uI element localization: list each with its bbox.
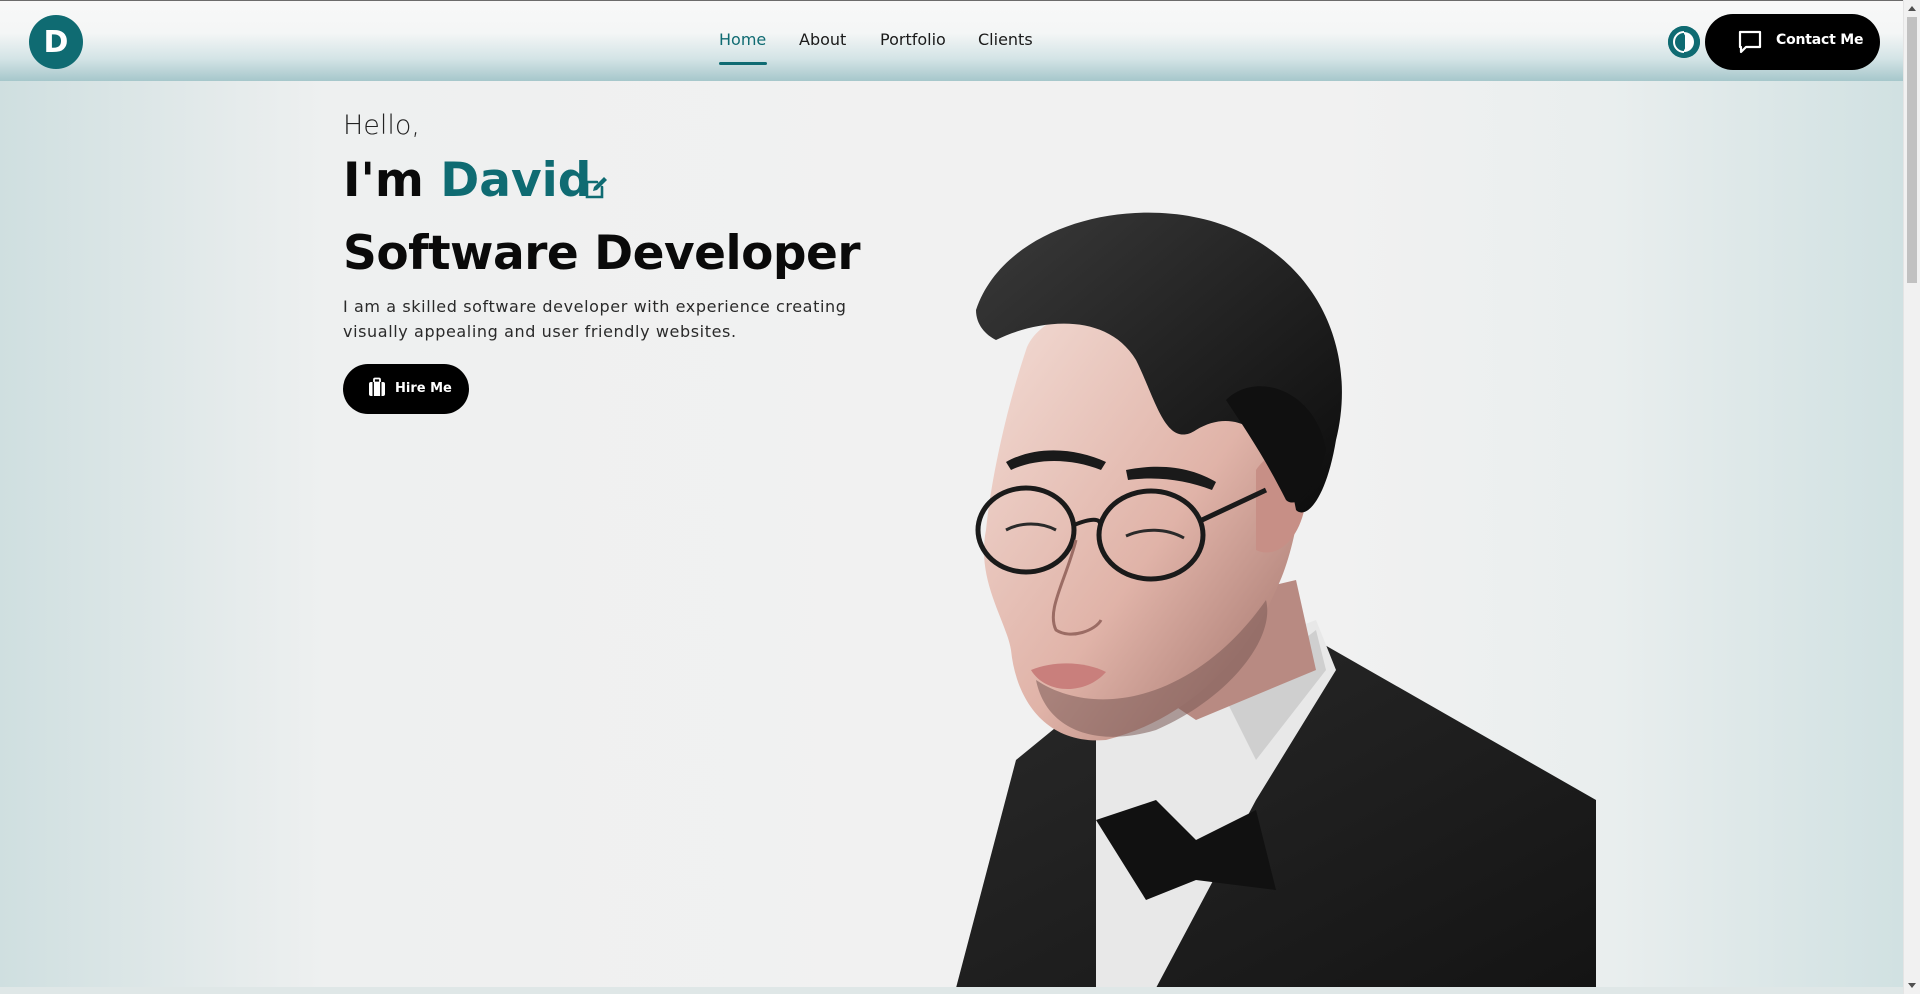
nav-item-clients[interactable]: Clients (978, 30, 1033, 49)
site-header: D Home About Portfolio Clients Contact M… (0, 1, 1903, 81)
contact-me-label: Contact Me (1776, 32, 1864, 48)
briefcase-icon (369, 377, 385, 396)
scroll-down-icon[interactable] (1904, 977, 1920, 994)
name-prefix: I'm (343, 153, 424, 208)
nav-item-about[interactable]: About (799, 30, 846, 49)
nav-active-underline (719, 62, 767, 65)
theme-toggle-icon[interactable] (1668, 26, 1700, 58)
name-heading: I'm David (343, 153, 591, 208)
name-highlight: David (440, 153, 592, 208)
logo[interactable]: D (29, 15, 83, 69)
bio-text: I am a skilled software developer with e… (343, 297, 847, 341)
vertical-scrollbar[interactable] (1903, 0, 1920, 994)
contact-me-button[interactable]: Contact Me (1705, 14, 1880, 70)
role-title: Software Developer (343, 226, 861, 281)
nav-item-portfolio[interactable]: Portfolio (880, 30, 946, 49)
edit-icon[interactable] (584, 174, 610, 200)
hire-me-button[interactable]: Hire Me (343, 364, 469, 414)
page: D Home About Portfolio Clients Contact M… (0, 0, 1903, 994)
greeting: Hello, (343, 110, 421, 141)
nav-item-home[interactable]: Home (719, 30, 766, 49)
scrollbar-thumb[interactable] (1907, 17, 1917, 283)
scroll-up-icon[interactable] (1904, 0, 1920, 17)
portrait-illustration (956, 212, 1596, 988)
chat-bubble-icon (1738, 30, 1762, 54)
bottom-strip (0, 987, 1903, 994)
logo-letter: D (43, 24, 69, 60)
hire-me-label: Hire Me (395, 381, 452, 396)
